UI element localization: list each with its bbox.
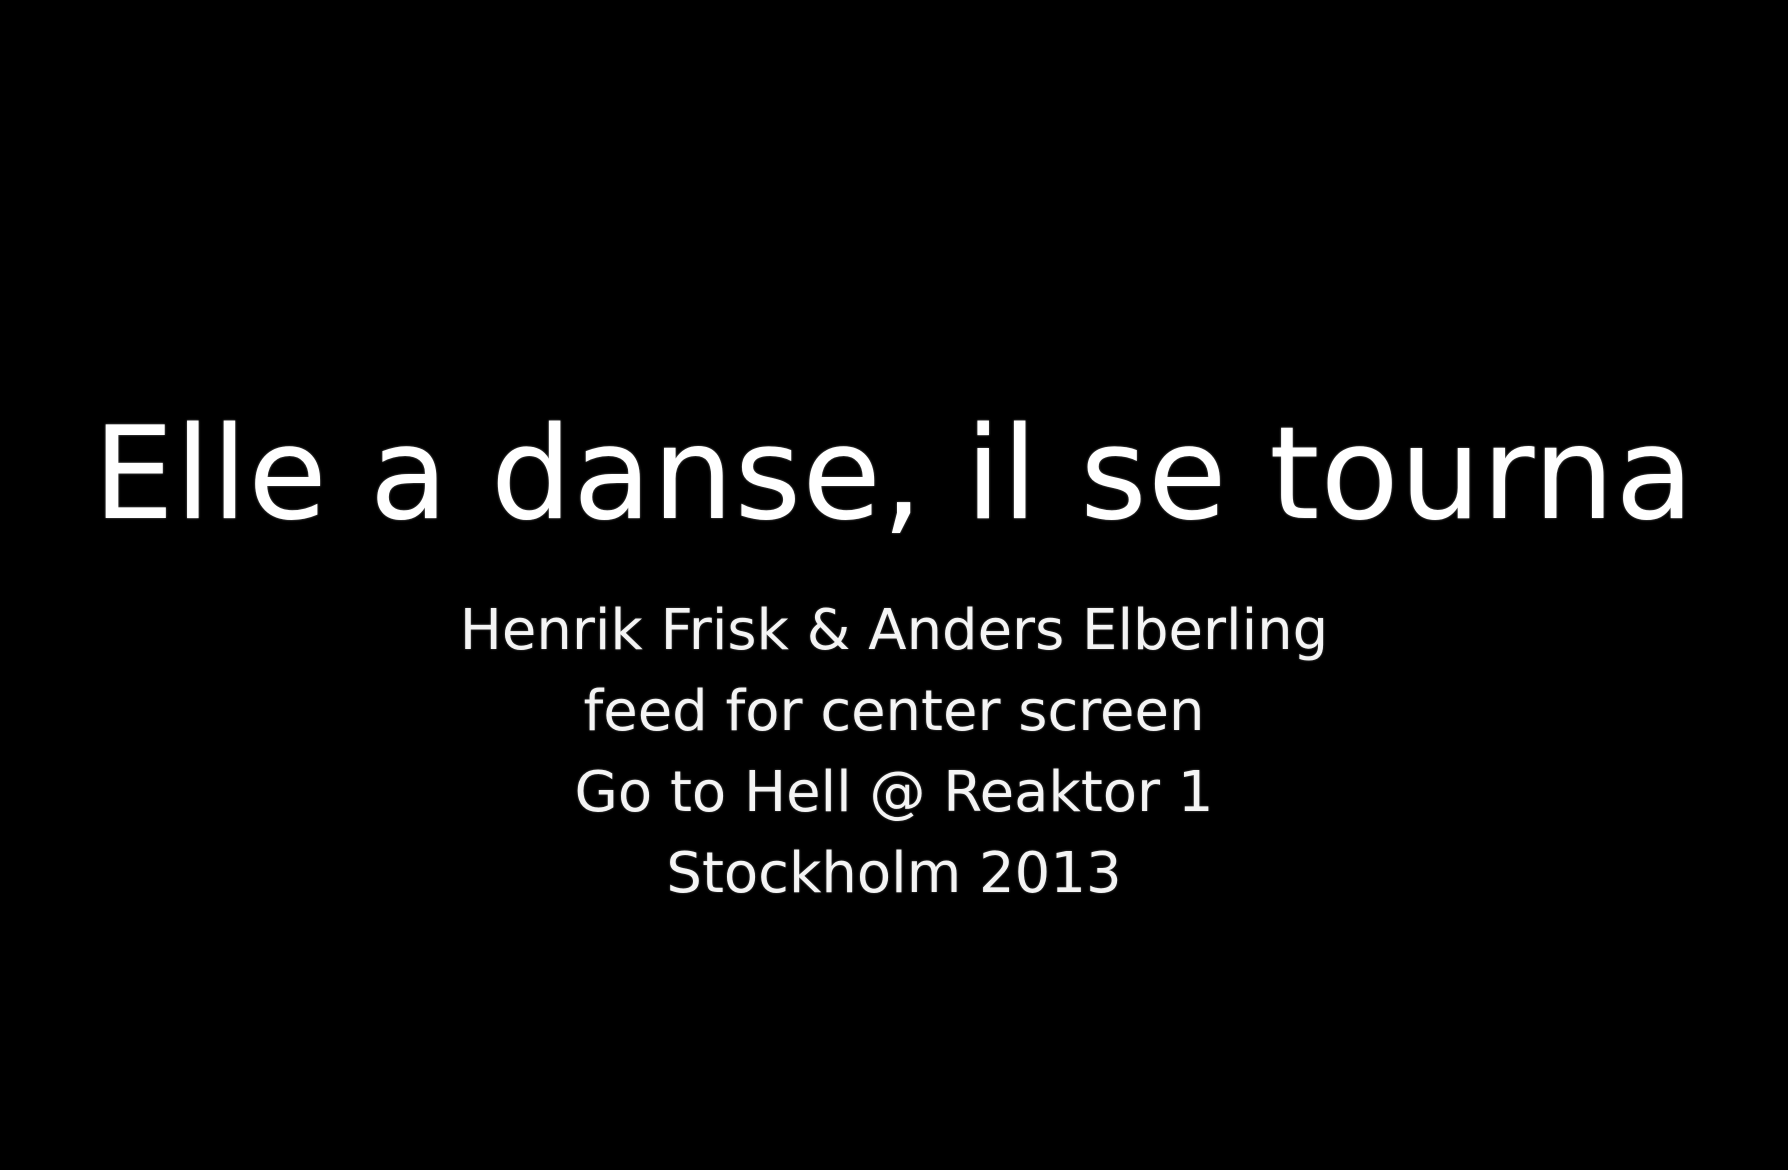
credit-event: Go to Hell @ Reaktor 1 bbox=[574, 760, 1214, 825]
credit-description: feed for center screen bbox=[583, 679, 1205, 744]
title-text: Elle a danse, il se tourna bbox=[93, 400, 1695, 549]
title-card: Elle a danse, il se tourna Henrik Frisk … bbox=[0, 0, 1788, 1170]
credit-location-year: Stockholm 2013 bbox=[666, 841, 1122, 906]
credits-block: Henrik Frisk & Anders Elberling feed for… bbox=[0, 590, 1788, 914]
credit-authors: Henrik Frisk & Anders Elberling bbox=[459, 598, 1329, 663]
